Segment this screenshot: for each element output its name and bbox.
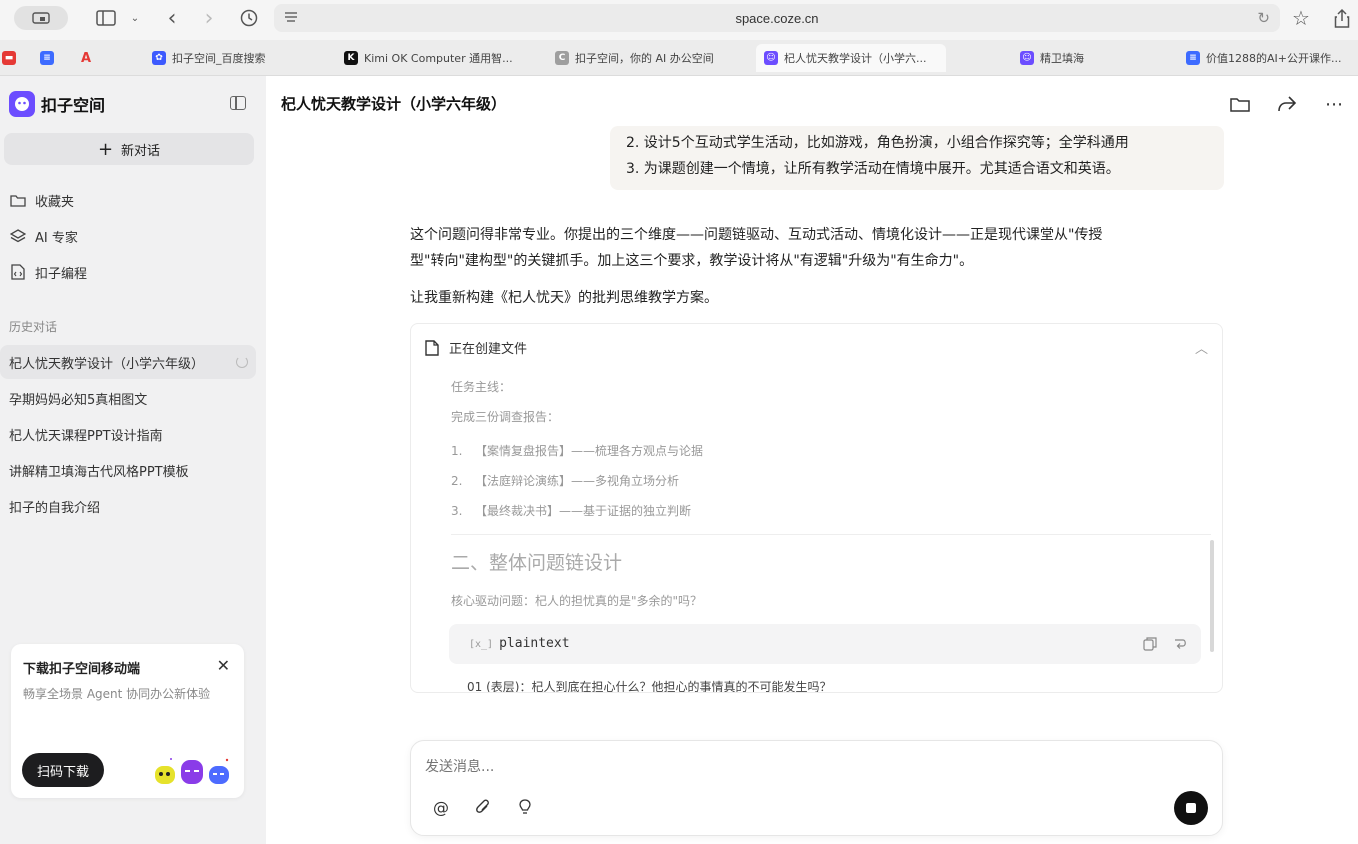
complete-label: 完成三份调查报告： <box>451 410 560 424</box>
pinned-tab-a[interactable]: A <box>79 44 97 72</box>
assistant-reply-line: 让我重新构建《杞人忧天》的批判思维教学方案。 <box>410 290 718 306</box>
a-logo-icon: A <box>80 50 92 66</box>
kimi-icon: K <box>344 51 358 65</box>
plus-icon: + <box>97 138 114 160</box>
mobile-app-promo: 下载扣子空间移动端 ✕ 畅享全场景 Agent 协同办公新体验 扫码下载 <box>11 644 244 798</box>
user-message-bubble: 2. 设计5个互动式学生活动，比如游戏，角色扮演，小组合作探究等；全学科通用 3… <box>610 126 1224 190</box>
share-arrow-icon[interactable] <box>1277 94 1297 114</box>
file-icon <box>425 339 439 356</box>
user-message-line: 2. 设计5个互动式学生活动，比如游戏，角色扮演，小组合作探究等；全学科通用 <box>626 135 1129 151</box>
history-item[interactable]: 杞人忧天课程PPT设计指南 <box>0 417 256 451</box>
history-section-label: 历史对话 <box>9 320 58 334</box>
lightbulb-icon[interactable] <box>515 797 535 817</box>
doc-icon: ≡ <box>1186 51 1200 65</box>
loading-spinner-icon <box>236 356 248 368</box>
history-clock-icon[interactable] <box>238 6 260 30</box>
file-status: 正在创建文件 <box>449 342 528 357</box>
brand-name: 扣子空间 <box>41 96 106 115</box>
code-variable-icon: [x_] <box>469 639 494 650</box>
sidebar: 扣子空间 + 新对话 收藏夹 AI 专家 扣子编程 历史对话 杞人忧天教学设计（… <box>0 76 266 844</box>
mascot-illustration-icon <box>155 758 229 784</box>
message-input[interactable] <box>425 759 1125 775</box>
page-title: 杞人忧天教学设计（小学六年级） <box>281 95 507 113</box>
pinned-tab-doc[interactable]: ≡ <box>40 44 58 72</box>
code-file-icon <box>9 263 27 281</box>
file-creation-card: 正在创建文件 ︿ 任务主线： 完成三份调查报告： 1. 【案情复盘报告】——梳理各… <box>410 323 1223 693</box>
list-item: 1. 【案情复盘报告】——梳理各方观点与论据 <box>451 444 704 458</box>
folder-icon <box>9 191 27 209</box>
message-composer: @ <box>410 740 1223 836</box>
reload-icon[interactable]: ↻ <box>1257 9 1270 27</box>
sidebar-toggle-pill[interactable] <box>14 6 68 30</box>
promo-title: 下载扣子空间移动端 <box>23 662 141 677</box>
collapse-sidebar-icon[interactable] <box>230 96 246 110</box>
address-bar[interactable]: space.coze.cn ↻ <box>274 4 1280 32</box>
coze-grey-icon: C <box>555 51 569 65</box>
close-icon[interactable]: ✕ <box>217 656 230 675</box>
bookmark-star-icon[interactable]: ☆ <box>1290 6 1312 30</box>
pinned-tab-red[interactable]: ▬ <box>2 44 20 72</box>
layers-icon <box>9 227 27 245</box>
sidebar-item-favorites[interactable]: 收藏夹 <box>9 189 74 211</box>
scrollbar[interactable] <box>1210 540 1214 652</box>
list-item: 3. 【最终裁决书】——基于证据的独立判断 <box>451 504 692 518</box>
promo-description: 畅享全场景 Agent 协同办公新体验 <box>23 687 211 701</box>
history-item[interactable]: 杞人忧天教学设计（小学六年级） <box>0 345 256 379</box>
page-settings-icon <box>285 12 297 22</box>
at-mention-icon[interactable]: @ <box>431 797 451 817</box>
user-message-line: 3. 为课题创建一个情境，让所有教学活动在情境中展开。尤其适合语文和英语。 <box>626 161 1120 177</box>
code-line-cutoff: 01 (表层)：杞人到底在担心什么？他担心的事情真的不可能发生吗？ <box>467 680 832 693</box>
file-card-header[interactable]: 正在创建文件 <box>425 338 527 357</box>
more-options-icon[interactable]: ⋯ <box>1324 94 1344 115</box>
coze-icon: ☺ <box>764 51 778 65</box>
forward-icon[interactable]: › <box>199 6 219 31</box>
tab-baidu[interactable]: ✿ 扣子空间_百度搜索 <box>152 44 332 72</box>
browser-toolbar: ⌄ ‹ › space.coze.cn ↻ ☆ <box>0 0 1358 40</box>
sidebar-item-ai-expert[interactable]: AI 专家 <box>9 225 78 247</box>
copy-icon[interactable] <box>1143 637 1157 651</box>
wrap-icon[interactable] <box>1173 637 1187 651</box>
url-text: space.coze.cn <box>735 10 819 26</box>
baidu-paw-icon: ✿ <box>152 51 166 65</box>
doc-icon: ≡ <box>40 51 54 65</box>
assistant-reply-line: 这个问题问得非常专业。你提出的三个维度——问题链驱动、互动式活动、情境化设计——… <box>410 227 1103 243</box>
tab-kimi[interactable]: K Kimi OK Computer 通用智... <box>344 44 534 72</box>
back-icon[interactable]: ‹ <box>162 6 182 31</box>
task-label: 任务主线： <box>451 380 512 394</box>
code-language-label: [x_] plaintext <box>469 636 570 651</box>
stop-generation-button[interactable] <box>1174 791 1208 825</box>
history-item[interactable]: 孕期妈妈必知5真相图文 <box>0 381 256 415</box>
brand[interactable]: 扣子空间 <box>9 91 105 117</box>
share-icon[interactable] <box>1331 6 1353 30</box>
sidebar-item-coze-coding[interactable]: 扣子编程 <box>9 261 87 283</box>
chevron-down-icon[interactable]: ⌄ <box>128 6 142 30</box>
assistant-reply-line: 型"转向"建构型"的关键抓手。加上这三个要求，教学设计将从"有逻辑"升级为"有生… <box>410 253 974 269</box>
tab-ai-course[interactable]: ≡ 价值1288的AI+公开课作... <box>1186 44 1358 72</box>
tab-current[interactable]: ☺ 杞人忧天教学设计（小学六... <box>756 44 946 72</box>
folder-icon[interactable] <box>1230 94 1250 114</box>
chevron-up-icon[interactable]: ︿ <box>1195 338 1208 357</box>
list-item: 2. 【法庭辩论演练】——多视角立场分析 <box>451 474 680 488</box>
tab-bar: ▬ ≡ A ✿ 扣子空间_百度搜索 K Kimi OK Computer 通用智… <box>0 40 1358 76</box>
new-chat-button[interactable]: + 新对话 <box>4 133 254 165</box>
coze-logo-icon <box>9 91 35 117</box>
sidebar-layout-icon[interactable] <box>95 6 117 30</box>
code-block: [x_] plaintext <box>449 624 1201 664</box>
scan-download-button[interactable]: 扫码下载 <box>22 753 104 787</box>
paperclip-icon[interactable] <box>473 797 493 817</box>
red-app-icon: ▬ <box>2 51 16 65</box>
divider <box>451 534 1211 535</box>
tab-coze-home[interactable]: C 扣子空间，你的 AI 办公空间 <box>555 44 740 72</box>
window-icon <box>32 12 50 24</box>
history-item[interactable]: 讲解精卫填海古代风格PPT模板 <box>0 453 256 487</box>
history-item[interactable]: 扣子的自我介绍 <box>0 489 256 523</box>
tab-jingwei[interactable]: ☺ 精卫填海 <box>1020 44 1160 72</box>
main-panel: 杞人忧天教学设计（小学六年级） ⋯ 2. 设计5个互动式学生活动，比如游戏，角色… <box>266 76 1358 844</box>
section-heading: 二、整体问题链设计 <box>451 552 623 574</box>
core-question: 核心驱动问题：杞人的担忧真的是"多余的"吗？ <box>451 594 703 608</box>
coze-icon: ☺ <box>1020 51 1034 65</box>
